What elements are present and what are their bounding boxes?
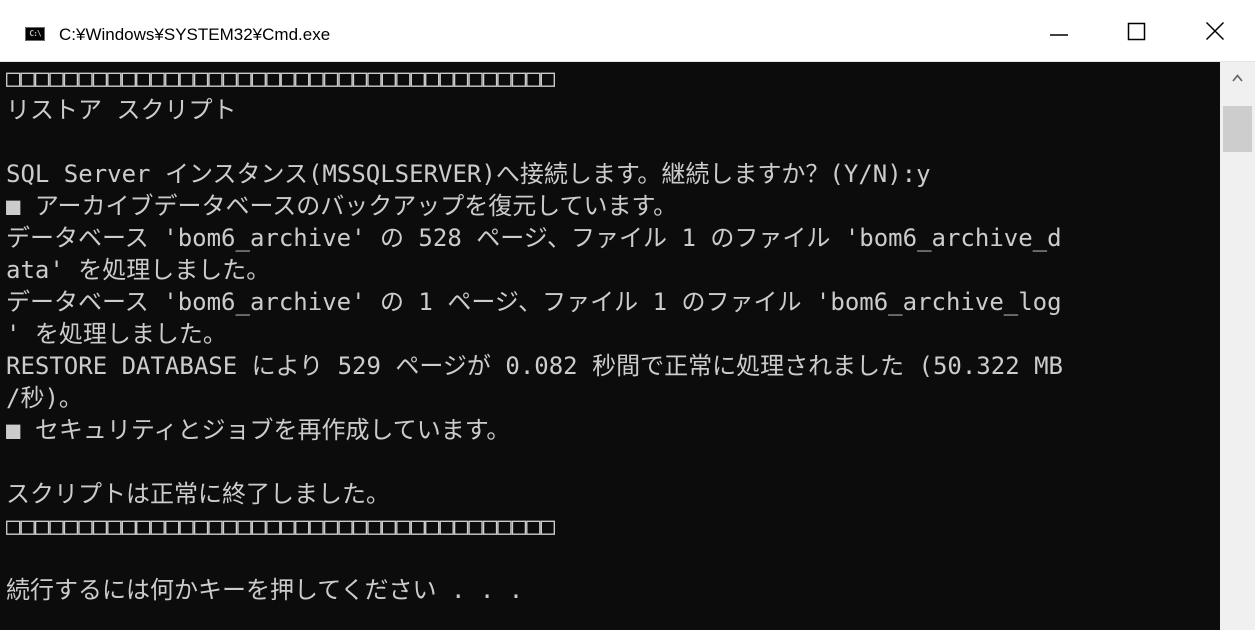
console-line: □□□□□□□□□□□□□□□□□□□□□□□□□□□□□□□□□□□□□□: [6, 64, 556, 92]
maximize-icon: [1127, 22, 1146, 41]
scrollbar-thumb[interactable]: [1223, 106, 1252, 152]
console-line: /秒)。: [6, 384, 83, 412]
minimize-icon: [1050, 34, 1068, 36]
maximize-button[interactable]: [1098, 0, 1176, 62]
console-line: ■ アーカイブデータベースのバックアップを復元しています。: [6, 192, 678, 220]
console-line: RESTORE DATABASE により 529 ページが 0.082 秒間で正…: [6, 352, 1064, 380]
console-line: ata' を処理しました。: [6, 256, 271, 284]
console-line: データベース 'bom6_archive' の 1 ページ、ファイル 1 のファ…: [6, 288, 1062, 316]
console-line: リストア スクリプト: [6, 96, 237, 124]
console-line: ' を処理しました。: [6, 320, 227, 348]
console-line: ■ セキュリティとジョブを再作成しています。: [6, 416, 511, 444]
console-line: □□□□□□□□□□□□□□□□□□□□□□□□□□□□□□□□□□□□□□: [6, 512, 556, 540]
console-line: スクリプトは正常に終了しました。: [6, 480, 390, 508]
title-bar[interactable]: C:\ C:¥Windows¥SYSTEM32¥Cmd.exe: [0, 0, 1255, 62]
cmd-app-icon[interactable]: C:\: [25, 27, 45, 41]
console-line: SQL Server インスタンス(MSSQLSERVER)へ接続します。継続し…: [6, 160, 931, 188]
close-icon: [1205, 21, 1225, 41]
vertical-scrollbar[interactable]: [1220, 62, 1255, 630]
cmd-window: C:\ C:¥Windows¥SYSTEM32¥Cmd.exe □□□□□□□□…: [0, 0, 1255, 630]
window-title: C:¥Windows¥SYSTEM32¥Cmd.exe: [59, 25, 331, 44]
scroll-up-arrow-icon: [1232, 74, 1243, 82]
console-output[interactable]: □□□□□□□□□□□□□□□□□□□□□□□□□□□□□□□□□□□□□□ リス…: [0, 62, 1220, 630]
minimize-button[interactable]: [1020, 0, 1098, 62]
console-line: 続行するには何かキーを押してください . . .: [6, 576, 524, 604]
close-button[interactable]: [1176, 0, 1254, 62]
scroll-up-button[interactable]: [1220, 62, 1255, 94]
console-line: データベース 'bom6_archive' の 528 ページ、ファイル 1 の…: [6, 224, 1062, 252]
